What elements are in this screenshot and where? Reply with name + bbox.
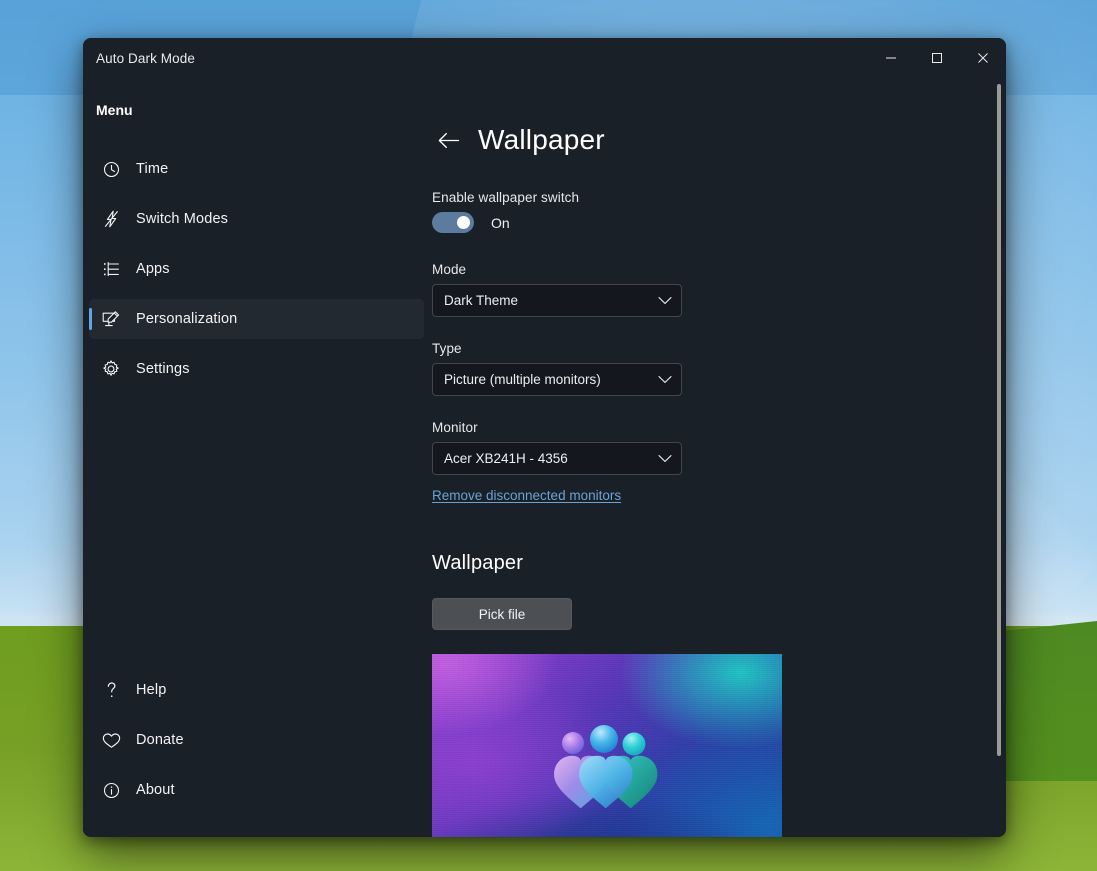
monitor-dropdown-value: Acer XB241H - 4356 <box>444 451 658 466</box>
sphere-center <box>590 725 618 753</box>
heart-icon <box>96 732 126 749</box>
window-titlebar[interactable]: Auto Dark Mode <box>83 38 1006 78</box>
chevron-down-icon <box>658 375 672 384</box>
page-title: Wallpaper <box>478 124 605 156</box>
sidebar-item-about[interactable]: About <box>89 770 424 810</box>
sidebar-item-personalization[interactable]: Personalization <box>89 299 424 339</box>
lightning-icon <box>96 210 126 228</box>
sidebar-item-apps[interactable]: Apps <box>89 249 424 289</box>
sidebar-item-time[interactable]: Time <box>89 149 424 189</box>
wallpaper-section-heading: Wallpaper <box>432 552 966 575</box>
window-body: Menu Time <box>83 78 1006 837</box>
type-dropdown[interactable]: Picture (multiple monitors) <box>432 363 682 396</box>
sidebar-item-label: Donate <box>136 732 184 748</box>
sidebar-item-switch-modes[interactable]: Switch Modes <box>89 199 424 239</box>
type-block: Type Picture (multiple monitors) <box>432 341 966 396</box>
chevron-down-icon <box>658 296 672 305</box>
mode-dropdown-value: Dark Theme <box>444 293 658 308</box>
enable-switch-row: On <box>432 212 966 233</box>
desktop-background: Auto Dark Mode <box>0 0 1097 871</box>
sidebar-main-group: Time Switch Modes <box>83 144 430 394</box>
maximize-icon <box>931 52 943 64</box>
sidebar-item-label: Settings <box>136 361 190 377</box>
monitor-label: Monitor <box>432 420 966 435</box>
back-button[interactable] <box>434 125 464 155</box>
arrow-left-icon <box>438 132 460 149</box>
sidebar-item-label: Help <box>136 682 166 698</box>
sidebar-heading: Menu <box>83 102 430 118</box>
sidebar-item-settings[interactable]: Settings <box>89 349 424 389</box>
content-inner: Wallpaper Enable wallpaper switch On <box>430 78 1006 837</box>
sidebar-item-label: Switch Modes <box>136 211 228 227</box>
sidebar-item-label: Apps <box>136 261 170 277</box>
close-button[interactable] <box>960 38 1006 78</box>
question-mark-icon <box>96 681 126 699</box>
sidebar-item-help[interactable]: Help <box>89 670 424 710</box>
sidebar-item-donate[interactable]: Donate <box>89 720 424 760</box>
toggle-knob <box>457 216 470 229</box>
scrollbar-track[interactable] <box>995 84 1003 831</box>
toggle-state-label: On <box>491 215 510 231</box>
type-label: Type <box>432 341 966 356</box>
minimize-icon <box>885 52 897 64</box>
chevron-down-icon <box>658 454 672 463</box>
sidebar-item-label: Personalization <box>136 311 237 327</box>
sphere-left <box>562 732 584 754</box>
gear-icon <box>96 360 126 378</box>
enable-wallpaper-toggle[interactable] <box>432 212 474 233</box>
info-circle-icon <box>96 782 126 799</box>
wallpaper-logo-icon <box>547 717 667 827</box>
scrollbar-thumb[interactable] <box>997 84 1001 756</box>
type-dropdown-value: Picture (multiple monitors) <box>444 372 658 387</box>
enable-switch-label: Enable wallpaper switch <box>432 190 966 205</box>
list-icon <box>96 261 126 278</box>
sidebar: Menu Time <box>83 78 430 837</box>
page-header: Wallpaper <box>432 124 966 156</box>
sidebar-item-label: About <box>136 782 175 798</box>
monitor-dropdown[interactable]: Acer XB241H - 4356 <box>432 442 682 475</box>
maximize-button[interactable] <box>914 38 960 78</box>
sidebar-item-label: Time <box>136 161 168 177</box>
app-window: Auto Dark Mode <box>83 38 1006 837</box>
caption-button-group <box>868 38 1006 78</box>
mode-block: Mode Dark Theme <box>432 262 966 317</box>
wallpaper-preview-image[interactable] <box>432 654 782 837</box>
app-title: Auto Dark Mode <box>83 51 195 66</box>
main-content: Wallpaper Enable wallpaper switch On <box>430 78 1006 837</box>
clock-icon <box>96 161 126 178</box>
sidebar-bottom-group: Help Donate <box>83 665 430 837</box>
pick-file-button[interactable]: Pick file <box>432 598 572 630</box>
edit-monitor-icon <box>96 311 126 328</box>
sphere-right <box>623 733 646 756</box>
close-icon <box>977 52 989 64</box>
minimize-button[interactable] <box>868 38 914 78</box>
monitor-block: Monitor Acer XB241H - 4356 Remove discon… <box>432 420 966 505</box>
remove-disconnected-monitors-link[interactable]: Remove disconnected monitors <box>432 488 621 503</box>
mode-label: Mode <box>432 262 966 277</box>
mode-dropdown[interactable]: Dark Theme <box>432 284 682 317</box>
enable-wallpaper-switch-block: Enable wallpaper switch On <box>432 190 966 233</box>
